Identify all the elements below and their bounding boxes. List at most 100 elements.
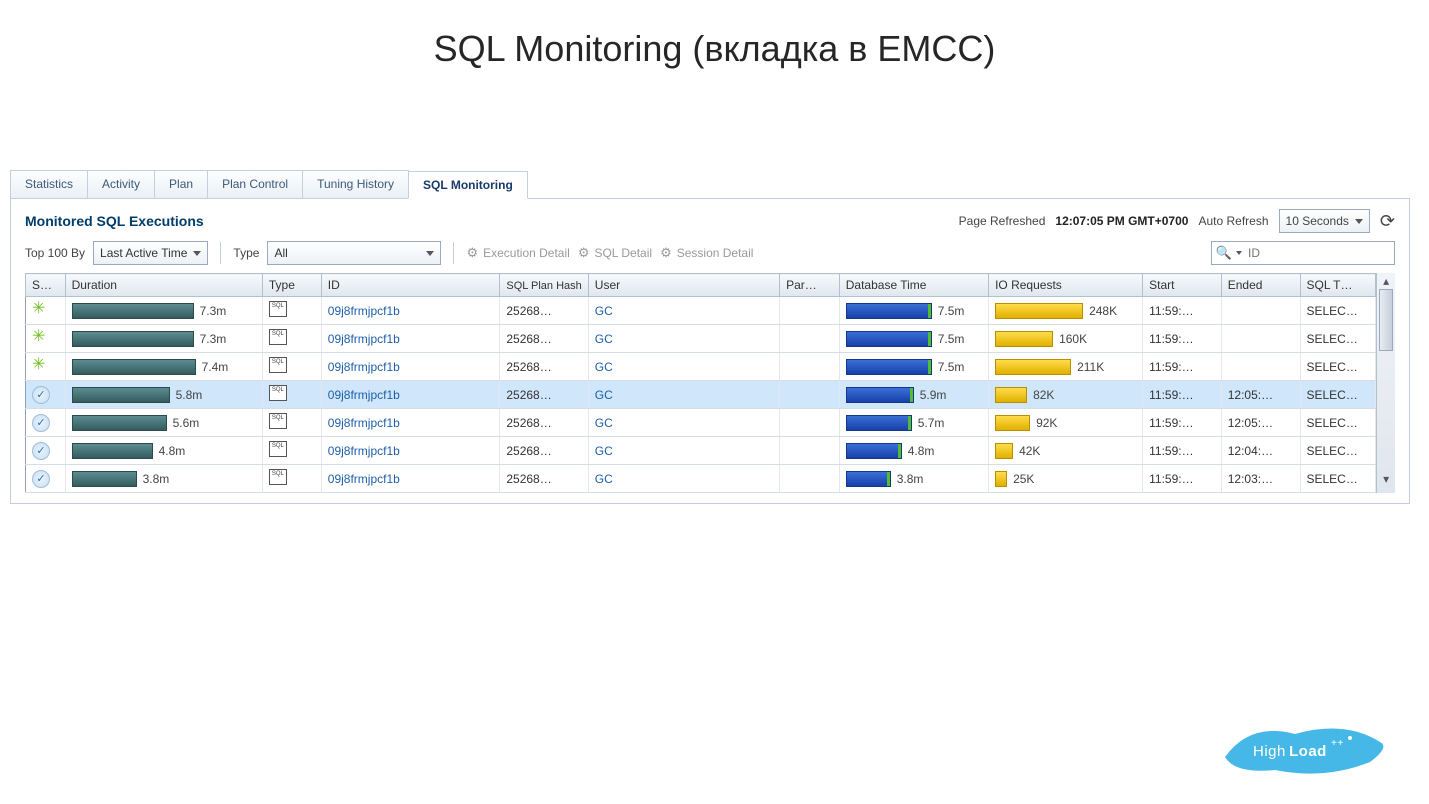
col-hash[interactable]: SQL Plan Hash (500, 274, 588, 297)
table-row[interactable]: 7.3m09j8frmjpcf1b25268…GC7.5m160K11:59:…… (26, 325, 1376, 353)
user-link[interactable]: GC (595, 332, 613, 346)
duration-bar (72, 387, 170, 403)
search-box[interactable]: 🔍 (1211, 241, 1395, 265)
io-value: 25K (1013, 472, 1034, 486)
col-id[interactable]: ID (321, 274, 500, 297)
panel-body: Monitored SQL Executions Page Refreshed … (10, 199, 1410, 504)
sql-id-link[interactable]: 09j8frmjpcf1b (328, 472, 400, 486)
watermark: High Load ++ (1195, 712, 1395, 782)
sql-id-link[interactable]: 09j8frmjpcf1b (328, 332, 400, 346)
sql-detail-label: SQL Detail (594, 246, 652, 260)
search-input[interactable] (1246, 245, 1390, 261)
col-user[interactable]: User (588, 274, 779, 297)
col-duration[interactable]: Duration (65, 274, 262, 297)
tab-sql-monitoring[interactable]: SQL Monitoring (408, 171, 528, 199)
io-bar (995, 359, 1071, 375)
gear-icon: ⚙ (660, 245, 672, 261)
user-link[interactable]: GC (595, 472, 613, 486)
dbtime-value: 5.9m (920, 388, 947, 402)
dbtime-value: 4.8m (908, 444, 935, 458)
dbtime-value: 5.7m (918, 416, 945, 430)
type-value: All (274, 246, 287, 260)
search-icon: 🔍 (1216, 245, 1232, 261)
col-start[interactable]: Start (1143, 274, 1222, 297)
table-row[interactable]: 7.3m09j8frmjpcf1b25268…GC7.5m248K11:59:…… (26, 297, 1376, 325)
col-sqlt[interactable]: SQL T… (1300, 274, 1376, 297)
sql-icon (269, 301, 287, 317)
scroll-down-arrow[interactable]: ▾ (1377, 471, 1395, 487)
vertical-scrollbar[interactable]: ▴ ▾ (1376, 273, 1395, 493)
io-bar (995, 303, 1083, 319)
duration-value: 5.8m (176, 388, 203, 402)
plan-hash: 25268… (500, 325, 588, 353)
sql-id-link[interactable]: 09j8frmjpcf1b (328, 360, 400, 374)
slide-title: SQL Monitoring (вкладка в EMCC) (0, 0, 1429, 70)
duration-value: 5.6m (173, 416, 200, 430)
duration-bar (72, 359, 196, 375)
table-row[interactable]: 7.4m09j8frmjpcf1b25268…GC7.5m211K11:59:…… (26, 353, 1376, 381)
sql-id-link[interactable]: 09j8frmjpcf1b (328, 388, 400, 402)
col-par[interactable]: Par… (780, 274, 840, 297)
plan-hash: 25268… (500, 297, 588, 325)
sql-detail-button[interactable]: ⚙SQL Detail (578, 245, 652, 261)
user-link[interactable]: GC (595, 388, 613, 402)
io-bar (995, 443, 1013, 459)
table-header-row: S… Duration Type ID SQL Plan Hash User P… (26, 274, 1376, 297)
sql-icon (269, 469, 287, 485)
table-row[interactable]: ✓5.6m09j8frmjpcf1b25268…GC5.7m92K11:59:…… (26, 409, 1376, 437)
col-hash-label: SQL Plan Hash (506, 280, 581, 292)
auto-refresh-value: 10 Seconds (1286, 214, 1349, 228)
execution-detail-button[interactable]: ⚙Execution Detail (466, 245, 569, 261)
start-time: 11:59:… (1143, 409, 1222, 437)
col-type[interactable]: Type (262, 274, 321, 297)
type-select[interactable]: All (267, 241, 441, 265)
top100-select[interactable]: Last Active Time (93, 241, 208, 265)
user-link[interactable]: GC (595, 304, 613, 318)
type-label: Type (233, 246, 259, 260)
table-row[interactable]: ✓3.8m09j8frmjpcf1b25268…GC3.8m25K11:59:…… (26, 465, 1376, 493)
col-io[interactable]: IO Requests (989, 274, 1143, 297)
sql-text: SELEC… (1300, 437, 1376, 465)
tab-strip: StatisticsActivityPlanPlan ControlTuning… (10, 170, 1410, 199)
caret-icon (426, 251, 434, 256)
dbtime-bar (846, 303, 932, 319)
scroll-thumb[interactable] (1379, 289, 1393, 351)
user-link[interactable]: GC (595, 444, 613, 458)
duration-value: 7.3m (200, 332, 227, 346)
sql-id-link[interactable]: 09j8frmjpcf1b (328, 416, 400, 430)
plan-hash: 25268… (500, 381, 588, 409)
table-row[interactable]: ✓4.8m09j8frmjpcf1b25268…GC4.8m42K11:59:…… (26, 437, 1376, 465)
dbtime-bar (846, 471, 891, 487)
tab-plan[interactable]: Plan (154, 170, 208, 198)
end-time: 12:05:… (1221, 381, 1300, 409)
sql-icon (269, 441, 287, 457)
scroll-up-arrow[interactable]: ▴ (1377, 273, 1395, 289)
user-link[interactable]: GC (595, 360, 613, 374)
col-ended[interactable]: Ended (1221, 274, 1300, 297)
table-row[interactable]: ✓5.8m09j8frmjpcf1b25268…GC5.9m82K11:59:…… (26, 381, 1376, 409)
page-refreshed-time: 12:07:05 PM GMT+0700 (1055, 214, 1188, 228)
auto-refresh-select[interactable]: 10 Seconds (1279, 209, 1370, 233)
separator (453, 242, 454, 264)
svg-text:++: ++ (1331, 738, 1344, 749)
sql-id-link[interactable]: 09j8frmjpcf1b (328, 444, 400, 458)
tab-plan-control[interactable]: Plan Control (207, 170, 303, 198)
io-value: 211K (1077, 360, 1104, 374)
col-db[interactable]: Database Time (839, 274, 988, 297)
sql-icon (269, 385, 287, 401)
col-status[interactable]: S… (26, 274, 66, 297)
plan-hash: 25268… (500, 465, 588, 493)
tab-tuning-history[interactable]: Tuning History (302, 170, 409, 198)
io-value: 160K (1059, 332, 1087, 346)
session-detail-button[interactable]: ⚙Session Detail (660, 245, 753, 261)
dbtime-value: 3.8m (897, 472, 924, 486)
tab-activity[interactable]: Activity (87, 170, 155, 198)
user-link[interactable]: GC (595, 416, 613, 430)
duration-bar (72, 303, 194, 319)
io-bar (995, 387, 1027, 403)
refresh-icon[interactable]: ⟳ (1380, 211, 1395, 232)
tab-statistics[interactable]: Statistics (10, 170, 88, 198)
refresh-info: Page Refreshed 12:07:05 PM GMT+0700 Auto… (959, 209, 1395, 233)
sql-id-link[interactable]: 09j8frmjpcf1b (328, 304, 400, 318)
end-time: 12:04:… (1221, 437, 1300, 465)
